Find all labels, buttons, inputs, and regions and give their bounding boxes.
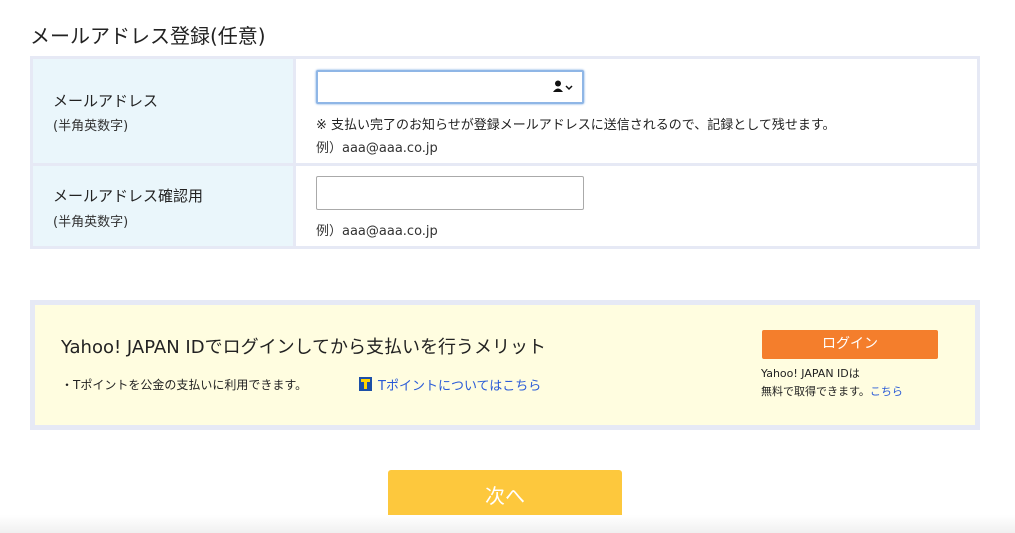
email-label-cell: メールアドレス (半角英数字) xyxy=(33,59,293,163)
yahoo-id-free-text: 無料で取得できます。 xyxy=(761,385,870,398)
email-input-cell: ※ 支払い完了のお知らせが登録メールアドレスに送信されるので、記録として残せます… xyxy=(296,59,977,163)
login-button[interactable]: ログイン xyxy=(762,330,938,359)
email-form-table: メールアドレス (半角英数字) ※ 支払い完了のお知らせが登録メールアドレスに送… xyxy=(30,56,980,249)
contact-autofill-icon[interactable] xyxy=(552,79,576,95)
email-sub-label: (半角英数字) xyxy=(53,119,129,134)
email-input[interactable] xyxy=(316,70,584,104)
email-confirm-row: メールアドレス確認用 (半角英数字) 例）aaa@aaa.co.jp xyxy=(33,166,977,246)
tpoint-benefit-text: ・Tポイントを公金の支払いに利用できます。 xyxy=(61,378,308,392)
yahoo-login-box: Yahoo! JAPAN IDでログインしてから支払いを行うメリット ・Tポイン… xyxy=(30,300,980,430)
email-example: 例）aaa@aaa.co.jp xyxy=(316,141,438,156)
page: { "section": { "title": "メールアドレス登録(任意)" … xyxy=(0,0,1015,533)
email-confirm-label-cell: メールアドレス確認用 (半角英数字) xyxy=(33,166,293,246)
section-title: メールアドレス登録(任意) xyxy=(30,24,266,48)
email-row: メールアドレス (半角英数字) ※ 支払い完了のお知らせが登録メールアドレスに送… xyxy=(33,59,977,163)
yahoo-merit-title: Yahoo! JAPAN IDでログインしてから支払いを行うメリット xyxy=(61,337,547,358)
email-label: メールアドレス xyxy=(53,92,159,110)
email-confirm-example: 例）aaa@aaa.co.jp xyxy=(316,224,438,239)
email-confirm-input-cell: 例）aaa@aaa.co.jp xyxy=(296,166,977,246)
email-confirm-label: メールアドレス確認用 xyxy=(53,187,204,205)
email-confirm-input[interactable] xyxy=(316,176,584,210)
email-confirm-sub-label: (半角英数字) xyxy=(53,215,129,230)
tpoint-info-link[interactable]: Tポイントについてはこちら xyxy=(378,375,541,394)
yahoo-id-register-link[interactable]: こちら xyxy=(870,385,903,398)
yahoo-id-note: Yahoo! JAPAN IDは xyxy=(761,367,860,380)
yahoo-id-free-note: 無料で取得できます。こちら xyxy=(761,383,903,399)
page-bottom-shadow xyxy=(0,515,1015,533)
t-point-icon xyxy=(359,376,372,391)
email-note: ※ 支払い完了のお知らせが登録メールアドレスに送信されるので、記録として残せます… xyxy=(316,118,836,133)
